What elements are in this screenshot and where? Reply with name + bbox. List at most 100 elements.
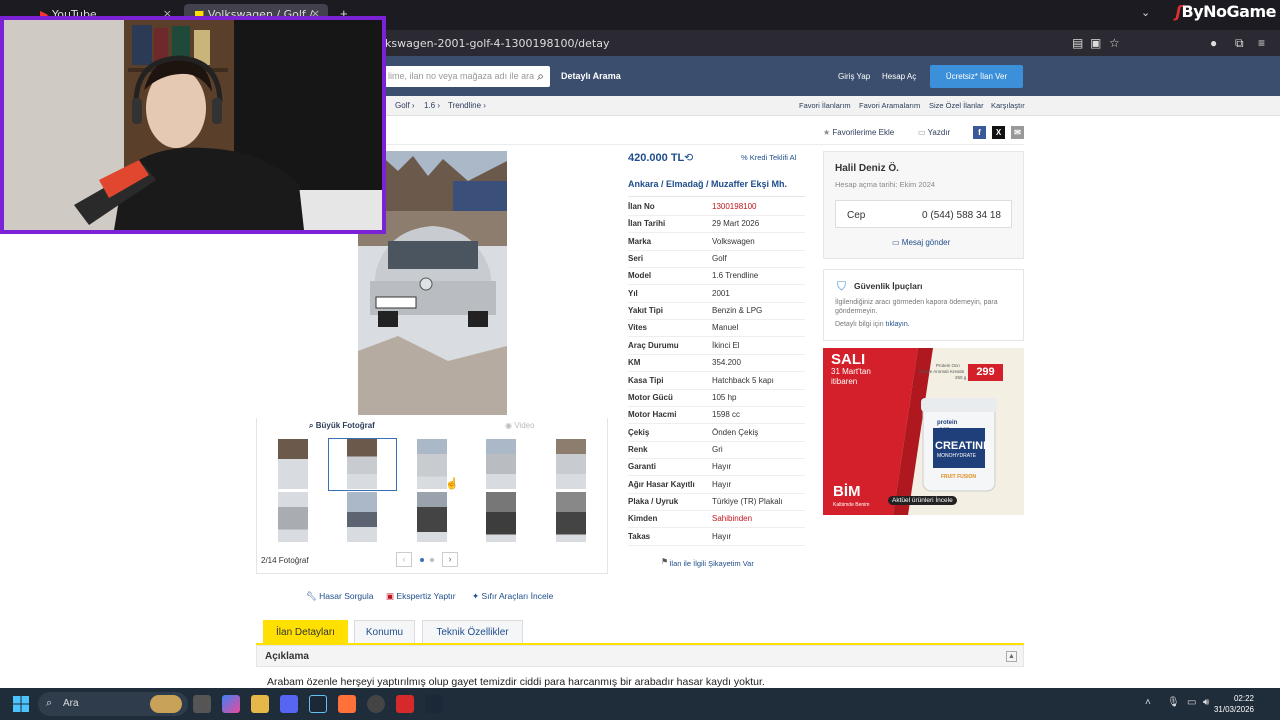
thumbnail[interactable]	[278, 439, 308, 489]
detail-value: 105 hp	[712, 392, 737, 402]
detail-row: Plaka / Uyruk Türkiye (TR) Plakalı	[628, 494, 805, 511]
discord-icon[interactable]	[280, 695, 298, 713]
ad-date: 31 Mart'tan	[831, 367, 871, 376]
tab-listing-details[interactable]: İlan Detayları	[263, 620, 348, 643]
next-page-button[interactable]: ›	[442, 552, 458, 567]
description-text: Arabam özenle herşeyi yaptırılmış olup g…	[267, 676, 765, 688]
chevron-down-icon[interactable]: ⌄	[1141, 6, 1150, 19]
detail-label: Araç Durumu	[628, 340, 679, 350]
extensions-icon[interactable]: ⧉	[1235, 36, 1244, 51]
ad-cta[interactable]: Aktüel ürünleri İncele	[888, 496, 957, 505]
click-here-link[interactable]: tıklayın.	[886, 321, 910, 328]
detail-row: Seri Golf	[628, 251, 805, 269]
prev-page-button[interactable]: ‹	[396, 552, 412, 567]
seller-name[interactable]: Halil Deniz Ö.	[835, 163, 899, 174]
app-icon[interactable]	[396, 695, 414, 713]
page-dot[interactable]	[430, 558, 434, 562]
account-icon[interactable]: ●	[1210, 36, 1217, 50]
detail-row: Yakıt Tipi Benzin & LPG	[628, 303, 805, 321]
detail-value: Gri	[712, 444, 723, 454]
taskbar-search[interactable]: ⌕ Ara	[38, 692, 188, 716]
menu-icon[interactable]: ≡	[1258, 36, 1265, 50]
collapse-icon[interactable]: ▲	[1006, 651, 1017, 662]
windows-start-icon[interactable]	[13, 696, 29, 712]
detail-row: Vites Manuel	[628, 320, 805, 338]
detail-label: Çekiş	[628, 427, 650, 437]
video-link[interactable]: ◉ Video	[505, 421, 535, 430]
detail-row: İlan No 1300198100	[628, 199, 805, 216]
expertise-link[interactable]: ▣ Ekspertiz Yaptır	[386, 591, 456, 602]
thumbnail[interactable]	[417, 492, 447, 542]
thumbnail[interactable]	[486, 439, 516, 489]
send-message-link[interactable]: ▭ Mesaj gönder	[892, 238, 950, 247]
ad-day: SALI	[831, 351, 866, 368]
screenshot-icon[interactable]: ▣	[1090, 36, 1101, 50]
detail-value: Önden Çekiş	[712, 427, 759, 437]
tab-technical[interactable]: Teknik Özellikler	[422, 620, 523, 643]
thumbnail[interactable]	[486, 492, 516, 542]
login-link[interactable]: Giriş Yap	[838, 72, 870, 81]
detail-label: Yakıt Tipi	[628, 306, 663, 316]
search-icon[interactable]: ⌕	[537, 69, 544, 84]
microphone-icon[interactable]: 🎙︎	[1167, 697, 1180, 708]
signup-link[interactable]: Hesap Aç	[882, 72, 916, 81]
detail-label: Garanti	[628, 462, 657, 472]
phone-number[interactable]: 0 (544) 588 34 18	[922, 210, 1001, 221]
bookmark-star-icon[interactable]: ☆	[1109, 36, 1120, 50]
damage-check-link[interactable]: 🔧︎ Hasar Sorgula	[306, 591, 374, 602]
favorite-listings-link[interactable]: Favori İlanlarım	[799, 101, 851, 110]
bim-logo: BİM	[833, 483, 861, 500]
search-input[interactable]: lime, ilan no veya mağaza adı ile ara ⌕	[385, 66, 550, 87]
mouse-cursor-icon: ☝	[445, 478, 459, 490]
detailed-search-link[interactable]: Detaylı Arama	[561, 71, 621, 81]
thumbnail[interactable]	[347, 492, 377, 542]
breadcrumb-item[interactable]: 1.6 ›	[424, 101, 440, 110]
detail-value: Volkswagen	[712, 236, 755, 246]
special-listings-link[interactable]: Size Özel İlanlar	[929, 101, 984, 110]
steam-icon[interactable]	[425, 695, 443, 713]
tab-location[interactable]: Konumu	[354, 620, 415, 643]
network-icon[interactable]: ▭	[1187, 697, 1196, 708]
add-favorite-link[interactable]: ★ Favorilerime Ekle	[823, 128, 894, 137]
thumbnail[interactable]	[347, 439, 377, 489]
url-text[interactable]: kswagen-2001-golf-4-1300198100/detay	[385, 37, 609, 50]
copilot-icon[interactable]	[222, 695, 240, 713]
sparkle-icon: ✦	[472, 591, 480, 601]
page-dot[interactable]	[420, 558, 424, 562]
bim-ad-banner[interactable]: SALI 31 Mart'tan itibaren Protein Ocn Me…	[823, 348, 1024, 515]
mail-icon[interactable]: ✉	[1011, 126, 1024, 139]
breadcrumb-item[interactable]: Trendline ›	[448, 101, 486, 110]
detail-row: Marka Volkswagen	[628, 234, 805, 251]
print-link[interactable]: ▭ Yazdır	[918, 128, 950, 137]
breadcrumb-item[interactable]: Golf ›	[395, 101, 415, 110]
reader-icon[interactable]: ▤	[1072, 36, 1083, 50]
thumbnail[interactable]	[278, 492, 308, 542]
clock[interactable]: 02:22 31/03/2026	[1214, 693, 1254, 715]
chevron-up-icon[interactable]: ˄	[1145, 697, 1151, 708]
price-history-icon[interactable]: ⟲	[684, 151, 693, 164]
location-breadcrumb[interactable]: Ankara / Elmadağ / Muzaffer Ekşi Mh.	[628, 179, 787, 189]
large-photo-link[interactable]: ⌕ Büyük Fotoğraf	[309, 421, 375, 431]
zoom-icon: ⌕	[309, 421, 314, 430]
credit-offer-link[interactable]: % Kredi Teklifi Al	[741, 153, 796, 162]
post-listing-button[interactable]: Ücretsiz* İlan Ver	[930, 65, 1023, 88]
obs-icon[interactable]	[367, 695, 385, 713]
file-explorer-icon[interactable]	[251, 695, 269, 713]
thumbnail[interactable]	[556, 492, 586, 542]
steam-icon[interactable]	[309, 695, 327, 713]
facebook-icon[interactable]: f	[973, 126, 986, 139]
volume-icon[interactable]: 🔊︎	[1203, 697, 1209, 708]
thumbnail[interactable]	[556, 439, 586, 489]
favorite-searches-link[interactable]: Favori Aramalarım	[859, 101, 920, 110]
firefox-icon[interactable]	[338, 695, 356, 713]
complaint-link[interactable]: İlan ile İlgili Şikayetim Var	[661, 559, 753, 568]
compare-link[interactable]: Karşılaştır	[991, 101, 1025, 110]
photo-count: 2/14 Fotoğraf	[261, 556, 309, 565]
new-cars-link[interactable]: ✦ Sıfır Araçları İncele	[472, 591, 553, 602]
detail-label: Yıl	[628, 288, 638, 298]
detail-row: Araç Durumu İkinci El	[628, 338, 805, 355]
task-view-icon[interactable]	[193, 695, 211, 713]
x-icon[interactable]: X	[992, 126, 1005, 139]
thumbnail[interactable]	[417, 439, 447, 489]
ad-product-sub: Meyve Aromalı Kreatin	[919, 369, 965, 374]
